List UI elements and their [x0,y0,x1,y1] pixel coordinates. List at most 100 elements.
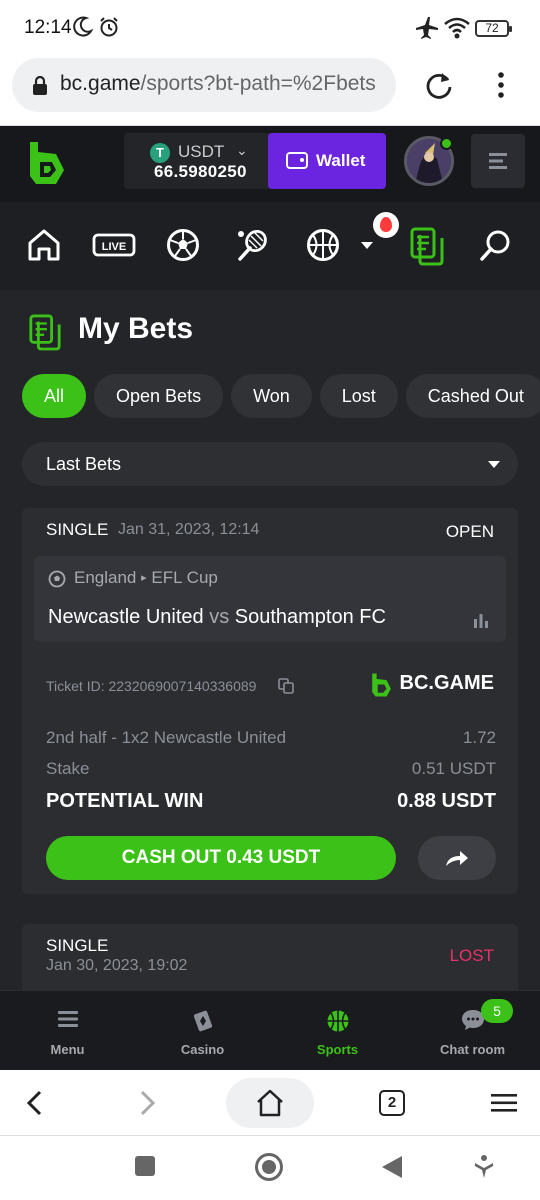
cash-out-button[interactable]: CASH OUT 0.43 USDT [46,836,396,880]
match-teams: Newcastle United vs Southampton FC [48,606,386,629]
hot-fire-badge [373,212,399,238]
airplane-mode-icon [416,17,438,39]
stats-icon[interactable] [472,612,490,628]
tab-chat-room[interactable]: Chat room [405,991,540,1071]
potential-win-value: 0.88 USDT [397,790,496,812]
browser-home-button[interactable] [226,1078,314,1128]
basketball-icon [327,1010,348,1032]
selection-odds: 1.72 [462,728,496,747]
home-icon[interactable] [27,228,61,262]
chevron-down-icon: ⌄ [236,142,248,158]
bet-date: Jan 30, 2023, 19:02 [46,957,188,974]
tab-chat-room-label: Chat room [440,1042,505,1057]
caret-down-icon [488,461,500,468]
menu-icon [57,1011,78,1027]
my-bets-title-icon [29,314,61,351]
bet-date: Jan 31, 2023, 12:14 [118,521,260,538]
caret-right-icon: ▸ [141,572,147,584]
match-info[interactable]: England ▸ EFL Cup Newcastle United vs So… [34,556,506,642]
bet-card: SINGLE Jan 31, 2023, 12:14 OPEN England … [22,508,518,894]
bet-card: SINGLE Jan 30, 2023, 19:02 LOST [22,924,518,990]
away-team: Southampton FC [234,606,386,628]
share-button[interactable] [418,836,496,880]
soccer-ball-icon [48,570,66,588]
selection-label: 2nd half - 1x2 Newcastle United [46,728,287,747]
bc-game-logo-icon[interactable] [26,140,66,186]
potential-win-row: POTENTIAL WIN 0.88 USDT [46,790,496,813]
home-team: Newcastle United [48,606,204,628]
hamburger-menu-icon[interactable] [491,1092,517,1114]
status-bar: 12:14 72 [0,0,540,56]
match-competition: EFL Cup [151,568,218,587]
currency-label: USDT [178,142,225,161]
filter-open-bets[interactable]: Open Bets [94,374,224,418]
vs-label: vs [209,606,230,628]
soccer-icon[interactable] [166,228,200,262]
system-back-icon[interactable] [380,1154,404,1180]
battery-icon: 72 [475,20,512,37]
my-bets-icon[interactable] [409,226,445,266]
match-league: England ▸ EFL Cup [74,568,218,588]
browser-url-bar: bc.game/sports?bt-path=%2Fbets [0,56,540,126]
back-icon[interactable] [24,1090,44,1116]
period-select[interactable]: Last Bets [22,442,518,486]
list-menu-icon [489,153,507,169]
browser-menu-icon[interactable] [496,70,506,100]
svg-text:LIVE: LIVE [102,241,126,253]
filter-lost[interactable]: Lost [319,374,398,418]
bet-type: SINGLE [46,520,109,539]
share-arrow-icon [446,851,468,866]
brand-name: BC.GAME [399,672,494,694]
reload-icon[interactable] [424,70,454,100]
online-status-dot [440,137,453,150]
stake-row: Stake 0.51 USDT [46,759,496,779]
bet-filter-tabs: All Open Bets Won Lost Cashed Out [22,374,540,420]
accessibility-icon[interactable] [473,1154,495,1180]
period-select-value: Last Bets [46,454,122,474]
system-home-icon[interactable] [254,1152,284,1182]
match-country: England [74,568,137,587]
tab-switcher-button[interactable]: 2 [379,1090,405,1116]
bet-type: SINGLE [46,936,109,955]
live-icon[interactable]: LIVE [92,228,136,262]
brand-logo: BC.GAME [370,672,494,697]
tab-casino-label: Casino [180,1042,225,1057]
system-nav-bar [0,1136,540,1200]
wallet-button[interactable]: Wallet [268,133,386,189]
tab-casino[interactable]: Casino [135,991,270,1071]
tab-menu[interactable]: Menu [0,991,135,1071]
app-bottom-nav: Menu Casino Sports Chat room [0,990,540,1070]
wallet-icon [286,152,308,169]
url-path: /sports?bt-path=%2Fbets [140,72,376,95]
ticket-id: Ticket ID: 2232069007140336089 [46,678,257,694]
url-field[interactable]: bc.game/sports?bt-path=%2Fbets [12,58,396,112]
url-text: bc.game/sports?bt-path=%2Fbets [60,72,376,96]
filter-cashed-out[interactable]: Cashed Out [405,374,540,418]
do-not-disturb-moon-icon [73,16,93,37]
tab-sports[interactable]: Sports [270,991,405,1071]
status-time: 12:14 [24,17,72,38]
casino-icon [193,1010,212,1032]
stake-value: 0.51 USDT [411,759,496,778]
filter-all[interactable]: All [22,374,87,418]
basketball-icon[interactable] [306,228,340,262]
potential-win-label: POTENTIAL WIN [46,790,204,812]
url-host: bc.game [60,72,141,95]
copy-icon[interactable] [278,678,294,694]
tab-sports-label: Sports [316,1042,359,1057]
search-icon[interactable] [479,228,513,262]
alarm-icon [100,17,118,37]
selection-row: 2nd half - 1x2 Newcastle United 1.72 [46,728,496,748]
balance-amount: 66.5980250 [154,162,247,181]
forward-icon[interactable] [138,1090,158,1116]
balance-selector[interactable]: T USDT ⌄ 66.5980250 Wallet [124,133,386,189]
tennis-icon[interactable] [236,228,270,262]
usdt-icon: T [150,143,170,163]
recents-icon[interactable] [134,1155,156,1177]
more-sports-dropdown-icon[interactable] [360,241,374,251]
wallet-label: Wallet [316,151,366,170]
site-header: T USDT ⌄ 66.5980250 Wallet [0,126,540,202]
header-menu-button[interactable] [471,134,525,188]
wifi-icon [444,17,470,39]
filter-won[interactable]: Won [231,374,312,418]
